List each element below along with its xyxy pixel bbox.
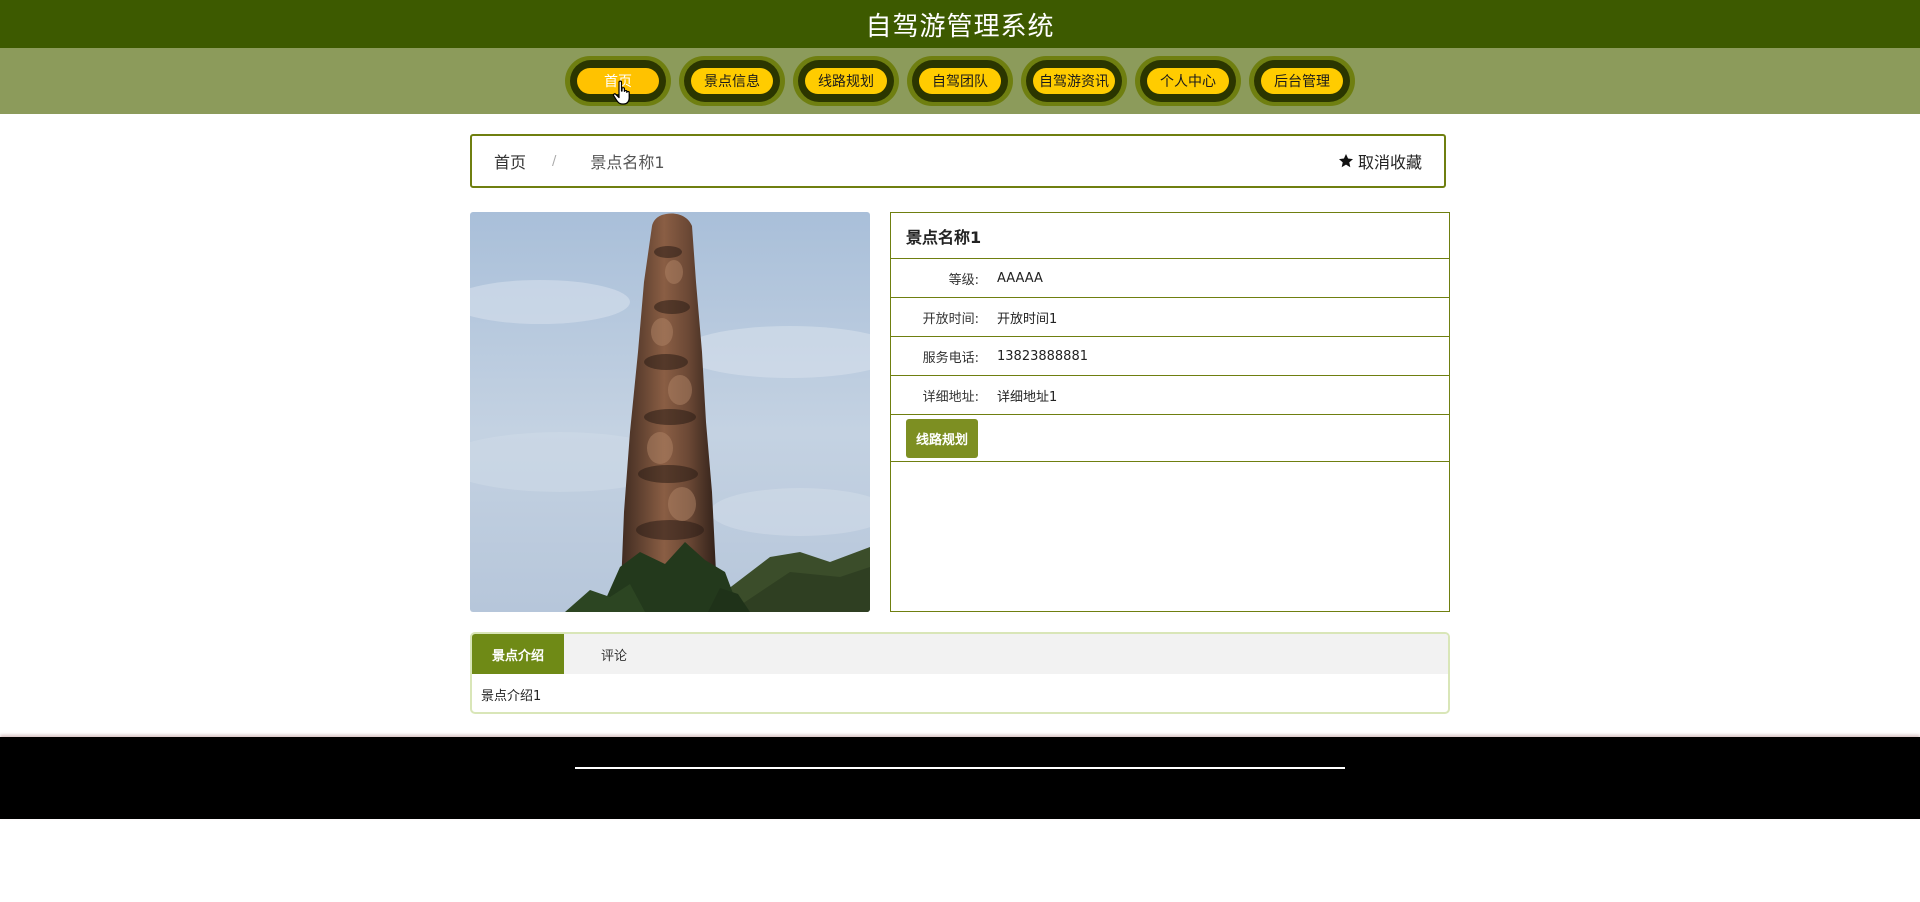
- breadcrumb-separator: /: [552, 153, 557, 169]
- app-header: 自驾游管理系统: [0, 0, 1920, 48]
- hand-cursor-icon: [612, 80, 630, 105]
- detail-row-level: 等级: AAAAA: [891, 259, 1449, 298]
- detail-value: 开放时间1: [997, 311, 1058, 327]
- breadcrumb-home-link[interactable]: 首页: [494, 149, 526, 173]
- nav-item-scenic-info[interactable]: 景点信息: [679, 56, 785, 106]
- tab-content: 景点介绍1: [481, 689, 542, 704]
- nav-item-personal-center[interactable]: 个人中心: [1135, 56, 1241, 106]
- scenic-name: 景点名称1: [891, 213, 1449, 259]
- detail-row-address: 详细地址: 详细地址1: [891, 376, 1449, 415]
- detail-label: 等级:: [948, 272, 979, 288]
- nav-item-self-drive-team[interactable]: 自驾团队: [907, 56, 1013, 106]
- nav-item-route-planning[interactable]: 线路规划: [793, 56, 899, 106]
- scenic-detail-panel: 景点名称1 等级: AAAAA 开放时间: 开放时间1 服务电话: 138238…: [890, 212, 1450, 612]
- nav-item-label: 景点信息: [691, 68, 773, 94]
- unfavorite-button[interactable]: 取消收藏: [1338, 149, 1422, 173]
- main-nav: 首页 景点信息 线路规划 自驾团队 自驾游资讯 个人中心 后台管理: [0, 48, 1920, 114]
- nav-item-label: 线路规划: [805, 68, 887, 94]
- nav-item-label: 自驾团队: [919, 68, 1001, 94]
- nav-item-label: 自驾游资讯: [1033, 68, 1115, 94]
- page-footer: [0, 737, 1920, 819]
- detail-action-row: 线路规划: [891, 415, 1449, 462]
- detail-label: 开放时间:: [922, 311, 979, 327]
- tab-bar: 景点介绍 评论: [472, 634, 1448, 674]
- tab-comments[interactable]: 评论: [564, 634, 664, 674]
- tab-introduction[interactable]: 景点介绍: [472, 634, 564, 674]
- scenic-photo: [470, 212, 870, 612]
- breadcrumb: 首页 / 景点名称1 取消收藏: [470, 134, 1446, 188]
- detail-value: AAAAA: [997, 270, 1043, 286]
- star-icon: [1338, 154, 1353, 168]
- detail-tabs: 景点介绍 评论 景点介绍1: [470, 632, 1450, 714]
- app-title: 自驾游管理系统: [865, 11, 1055, 42]
- route-planning-button[interactable]: 线路规划: [906, 418, 979, 458]
- detail-row-open-time: 开放时间: 开放时间1: [891, 298, 1449, 337]
- nav-item-admin[interactable]: 后台管理: [1249, 56, 1355, 106]
- nav-item-label: 个人中心: [1147, 68, 1229, 94]
- nav-item-label: 后台管理: [1261, 68, 1343, 94]
- breadcrumb-current: 景点名称1: [590, 153, 665, 172]
- detail-value: 13823888881: [997, 348, 1088, 364]
- detail-row-phone: 服务电话: 13823888881: [891, 337, 1449, 376]
- detail-label: 服务电话:: [922, 350, 979, 366]
- nav-item-travel-news[interactable]: 自驾游资讯: [1021, 56, 1127, 106]
- unfavorite-label: 取消收藏: [1357, 153, 1422, 172]
- detail-label: 详细地址:: [922, 389, 979, 405]
- detail-value: 详细地址1: [997, 389, 1058, 405]
- nav-item-home[interactable]: 首页: [565, 56, 671, 106]
- footer-divider: [575, 767, 1345, 769]
